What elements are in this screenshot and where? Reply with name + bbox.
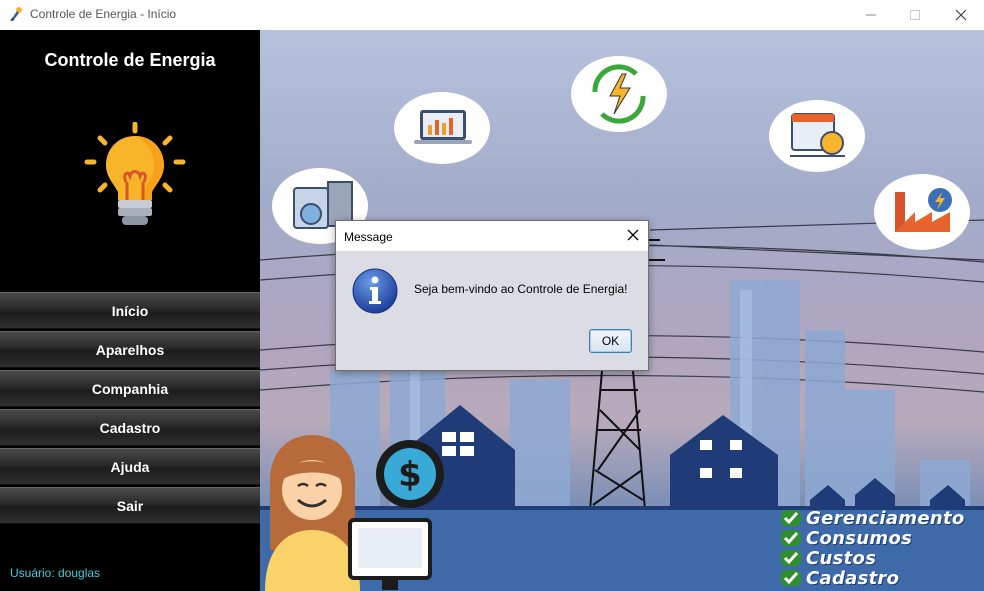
energy-cycle-icon — [571, 56, 667, 132]
menu-item-ajuda[interactable]: Ajuda — [0, 448, 260, 485]
feature-list: Gerenciamento Consumos Custos Cadastro — [780, 507, 965, 589]
light-bulb-icon — [84, 122, 186, 225]
dialog-titlebar: Message — [336, 221, 648, 251]
feature-item: Gerenciamento — [780, 507, 965, 529]
feature-label: Gerenciamento — [806, 507, 965, 529]
menu-item-cadastro[interactable]: Cadastro — [0, 409, 260, 446]
sidebar: Controle de Energia Início Aparelhos Com… — [0, 30, 260, 591]
menu-item-aparelhos[interactable]: Aparelhos — [0, 331, 260, 368]
dollar-icon: $ — [376, 440, 444, 508]
window-titlebar: Controle de Energia - Início — [0, 0, 984, 30]
factory-icon — [874, 174, 970, 250]
message-dialog: Message Seja bem-vindo ao Controle de En… — [335, 220, 649, 371]
minimize-icon — [866, 14, 876, 16]
check-icon — [781, 550, 801, 566]
menu-item-companhia[interactable]: Companhia — [0, 370, 260, 407]
feature-label: Cadastro — [806, 567, 900, 589]
sidebar-title: Controle de Energia — [44, 50, 216, 70]
svg-text:$: $ — [398, 455, 422, 495]
minimize-button[interactable] — [848, 0, 894, 30]
feature-item: Custos — [780, 547, 965, 569]
info-icon — [352, 268, 398, 314]
dialog-body: Seja bem-vindo ao Controle de Energia! O… — [336, 251, 648, 370]
app-icon — [10, 7, 22, 21]
menu-item-sair[interactable]: Sair — [0, 487, 260, 524]
calendar-clock-icon — [769, 100, 865, 172]
sidebar-menu: Início Aparelhos Companhia Cadastro Ajud… — [0, 292, 260, 526]
dialog-title: Message — [344, 230, 393, 244]
monitor-chart-icon — [394, 92, 490, 164]
feature-label: Consumos — [806, 527, 913, 549]
dialog-close-icon[interactable] — [626, 228, 640, 242]
menu-item-inicio[interactable]: Início — [0, 292, 260, 329]
feature-item: Consumos — [780, 527, 965, 549]
feature-label: Custos — [806, 547, 877, 569]
check-icon — [781, 530, 801, 546]
dialog-message: Seja bem-vindo ao Controle de Energia! — [414, 282, 628, 296]
close-icon — [955, 9, 967, 21]
check-icon — [781, 510, 801, 526]
feature-item: Cadastro — [780, 567, 965, 589]
ok-button[interactable]: OK — [589, 329, 632, 353]
maximize-icon — [910, 10, 920, 20]
close-button[interactable] — [938, 0, 984, 30]
maximize-button[interactable] — [892, 0, 938, 30]
current-user-label: Usuário: douglas — [10, 566, 101, 580]
check-icon — [781, 570, 801, 586]
window-title: Controle de Energia - Início — [30, 7, 177, 21]
